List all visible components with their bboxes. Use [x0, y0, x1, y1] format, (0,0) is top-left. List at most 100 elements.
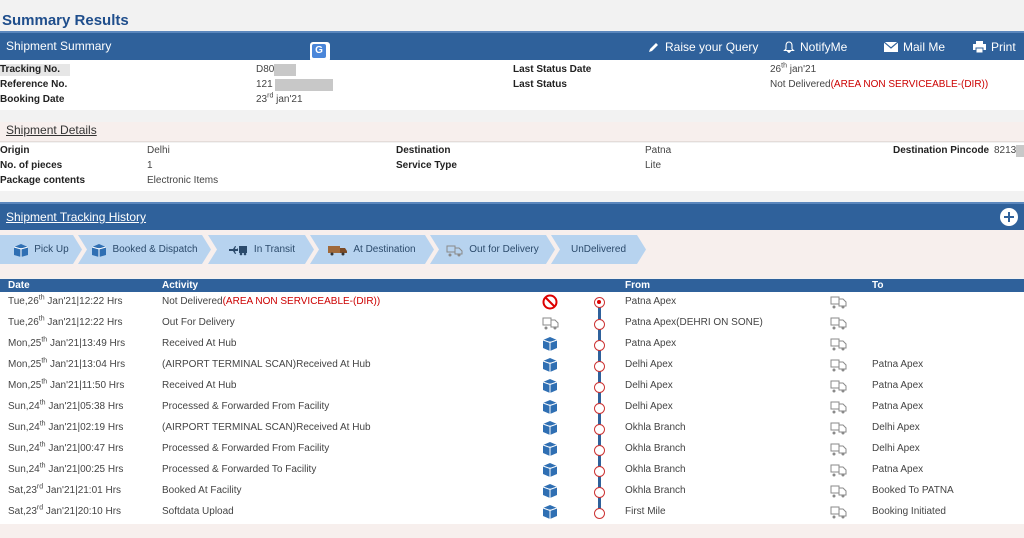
origin-value: Delhi: [147, 145, 170, 156]
row-to: Patna Apex: [872, 380, 924, 391]
print-button[interactable]: Print: [973, 40, 1016, 54]
notify-me-button[interactable]: NotifyMe: [783, 40, 847, 54]
transit-icon: [227, 244, 249, 256]
pencil-icon: [649, 43, 658, 52]
row-date: Mon,25th Jan'21|11:50 Hrs: [8, 378, 125, 391]
delivery-icon: [446, 243, 464, 257]
table-row: Tue,26th Jan'21|12:22 Hrs Out For Deliver…: [0, 313, 1024, 334]
table-row: Sun,24th Jan'21|00:47 Hrs Processed & For…: [0, 439, 1024, 460]
col-from: From: [625, 280, 650, 291]
delivery-icon: [830, 294, 848, 310]
pieces-label: No. of pieces: [0, 160, 63, 171]
row-to: Patna Apex: [872, 401, 924, 412]
timeline-dot: [594, 487, 605, 498]
col-to: To: [872, 280, 884, 291]
row-date: Mon,25th Jan'21|13:49 Hrs: [8, 336, 126, 349]
bell-icon: [783, 41, 795, 53]
row-activity: (AIRPORT TERMINAL SCAN)Received At Hub: [162, 359, 371, 370]
tracking-history-title[interactable]: Shipment Tracking History: [6, 210, 146, 224]
truck-icon: [328, 244, 348, 256]
shipment-summary-bar: Shipment Summary G Raise your Query Noti…: [0, 31, 1024, 62]
reference-no-value: 121: [256, 79, 333, 91]
package-icon: [542, 504, 560, 520]
delivery-icon: [830, 462, 848, 478]
printer-icon: [973, 41, 986, 53]
timeline-dot: [594, 424, 605, 435]
shipment-summary-title: Shipment Summary: [6, 39, 112, 53]
table-row: Tue,26th Jan'21|12:22 Hrs Not Delivered(A…: [0, 292, 1024, 313]
contents-value: Electronic Items: [147, 175, 219, 186]
row-to: Booked To PATNA: [872, 485, 954, 496]
notify-me-label: NotifyMe: [800, 40, 848, 54]
package-icon: [542, 441, 560, 457]
page-title: Summary Results: [2, 12, 129, 29]
timeline-dot: [594, 319, 605, 330]
timeline-dot: [594, 297, 605, 308]
table-row: Sat,23rd Jan'21|21:01 Hrs Booked At Facil…: [0, 481, 1024, 502]
translate-icon[interactable]: G: [310, 42, 330, 62]
table-row: Sat,23rd Jan'21|20:10 Hrs Softdata Upload…: [0, 502, 1024, 523]
last-status-date-label: Last Status Date: [513, 64, 592, 75]
table-row: Mon,25th Jan'21|11:50 Hrs Received At Hub…: [0, 376, 1024, 397]
shipment-details-title[interactable]: Shipment Details: [6, 123, 97, 137]
package-icon: [542, 462, 560, 478]
table-row: Mon,25th Jan'21|13:49 Hrs Received At Hub…: [0, 334, 1024, 355]
row-from: Okhla Branch: [625, 443, 686, 454]
step-at-destination: At Destination: [310, 235, 434, 264]
row-date: Sun,24th Jan'21|00:47 Hrs: [8, 441, 124, 454]
row-to: Booking Initiated: [872, 506, 946, 517]
delivery-icon: [830, 483, 848, 499]
step-booked-dispatch: Booked & Dispatch: [78, 235, 211, 264]
row-to: Delhi Apex: [872, 443, 920, 454]
package-icon: [542, 399, 560, 415]
delivery-icon: [542, 315, 560, 331]
row-activity: Out For Delivery: [162, 317, 235, 328]
row-date: Sat,23rd Jan'21|21:01 Hrs: [8, 483, 122, 496]
raise-query-label: Raise your Query: [665, 40, 759, 54]
col-date: Date: [8, 280, 30, 291]
pieces-value: 1: [147, 160, 153, 171]
row-date: Sun,24th Jan'21|02:19 Hrs: [8, 420, 124, 433]
row-activity: Processed & Forwarded To Facility: [162, 464, 317, 475]
booking-date-label: Booking Date: [0, 94, 65, 105]
raise-query-button[interactable]: Raise your Query: [648, 40, 758, 54]
tracking-no-value: D80: [256, 64, 297, 76]
row-activity: (AIRPORT TERMINAL SCAN)Received At Hub: [162, 422, 371, 433]
timeline-dot: [594, 445, 605, 456]
step-in-transit: In Transit: [208, 235, 314, 264]
shipment-details-panel: Origin Delhi No. of pieces 1 Package con…: [0, 143, 1024, 191]
delivery-icon: [830, 420, 848, 436]
row-activity: Softdata Upload: [162, 506, 234, 517]
timeline-dot: [594, 508, 605, 519]
col-activity: Activity: [162, 280, 199, 291]
step-undelivered: UnDelivered: [551, 235, 646, 264]
row-from: Delhi Apex: [625, 401, 673, 412]
step-out-for-delivery: Out for Delivery: [430, 235, 555, 264]
table-row: Sun,24th Jan'21|05:38 Hrs Processed & For…: [0, 397, 1024, 418]
row-to: Delhi Apex: [872, 422, 920, 433]
mail-me-button[interactable]: Mail Me: [884, 40, 945, 54]
row-date: Sun,24th Jan'21|05:38 Hrs: [8, 399, 124, 412]
service-type-value: Lite: [645, 160, 662, 171]
row-date: Mon,25th Jan'21|13:04 Hrs: [8, 357, 126, 370]
row-from: Patna Apex(DEHRI ON SONE): [625, 317, 763, 328]
row-activity: Processed & Forwarded From Facility: [162, 443, 330, 454]
row-activity: Received At Hub: [162, 380, 237, 391]
shipment-details-heading[interactable]: Shipment Details: [0, 122, 1024, 142]
tracking-no-label: Tracking No.: [0, 64, 71, 76]
delivery-icon: [830, 336, 848, 352]
last-status-label: Last Status: [513, 79, 567, 90]
delivery-icon: [830, 504, 848, 520]
table-row: Sun,24th Jan'21|00:25 Hrs Processed & For…: [0, 460, 1024, 481]
delivery-icon: [830, 399, 848, 415]
timeline-dot: [594, 361, 605, 372]
delivery-icon: [830, 378, 848, 394]
timeline-dot: [594, 340, 605, 351]
expand-plus-icon[interactable]: [1000, 208, 1018, 226]
package-icon: [542, 483, 560, 499]
history-table-body: Tue,26th Jan'21|12:22 Hrs Not Delivered(A…: [0, 292, 1024, 524]
delivery-icon: [830, 441, 848, 457]
row-date: Sat,23rd Jan'21|20:10 Hrs: [8, 504, 122, 517]
timeline-dot: [594, 403, 605, 414]
row-to: Patna Apex: [872, 359, 924, 370]
